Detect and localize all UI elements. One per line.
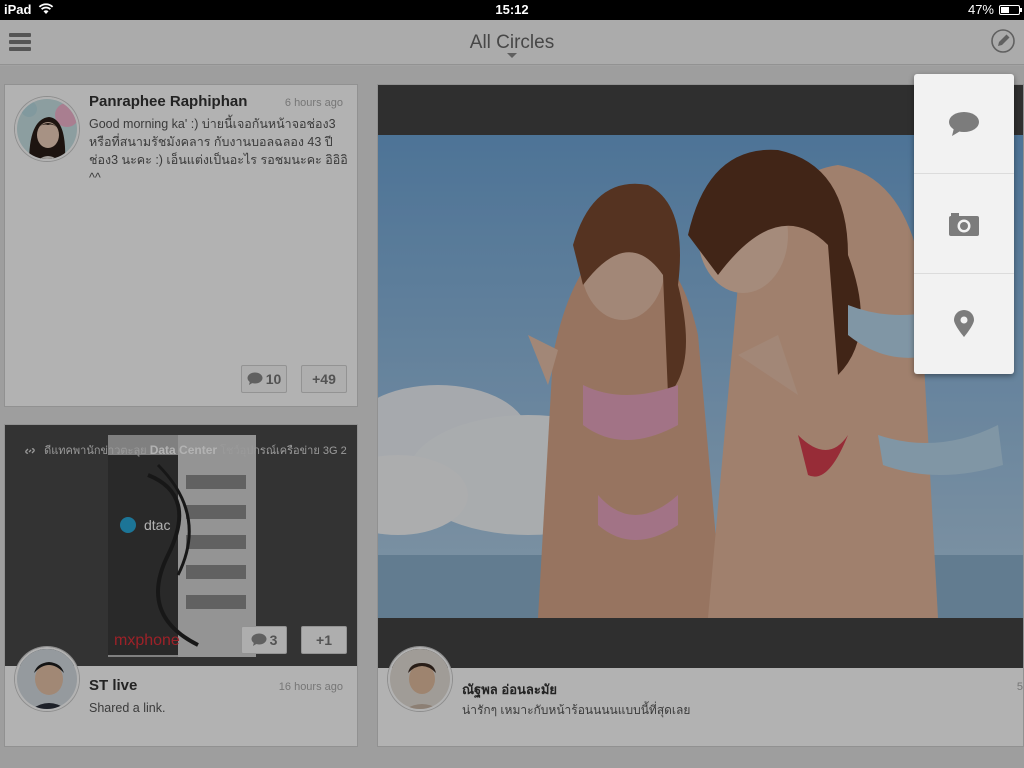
share-text-button[interactable] xyxy=(914,74,1014,174)
share-menu xyxy=(914,74,1014,374)
share-location-button[interactable] xyxy=(914,274,1014,374)
battery-icon xyxy=(999,5,1022,15)
battery-level xyxy=(1001,7,1009,13)
battery-percent: 47% xyxy=(967,2,994,17)
camera-icon xyxy=(949,212,979,236)
status-bar: iPad 15:12 47% xyxy=(0,0,1024,20)
location-pin-icon xyxy=(954,310,974,337)
modal-dim-overlay[interactable] xyxy=(0,20,1024,768)
share-photo-button[interactable] xyxy=(914,174,1014,274)
clock: 15:12 xyxy=(495,2,529,17)
speech-bubble-icon xyxy=(949,111,979,136)
